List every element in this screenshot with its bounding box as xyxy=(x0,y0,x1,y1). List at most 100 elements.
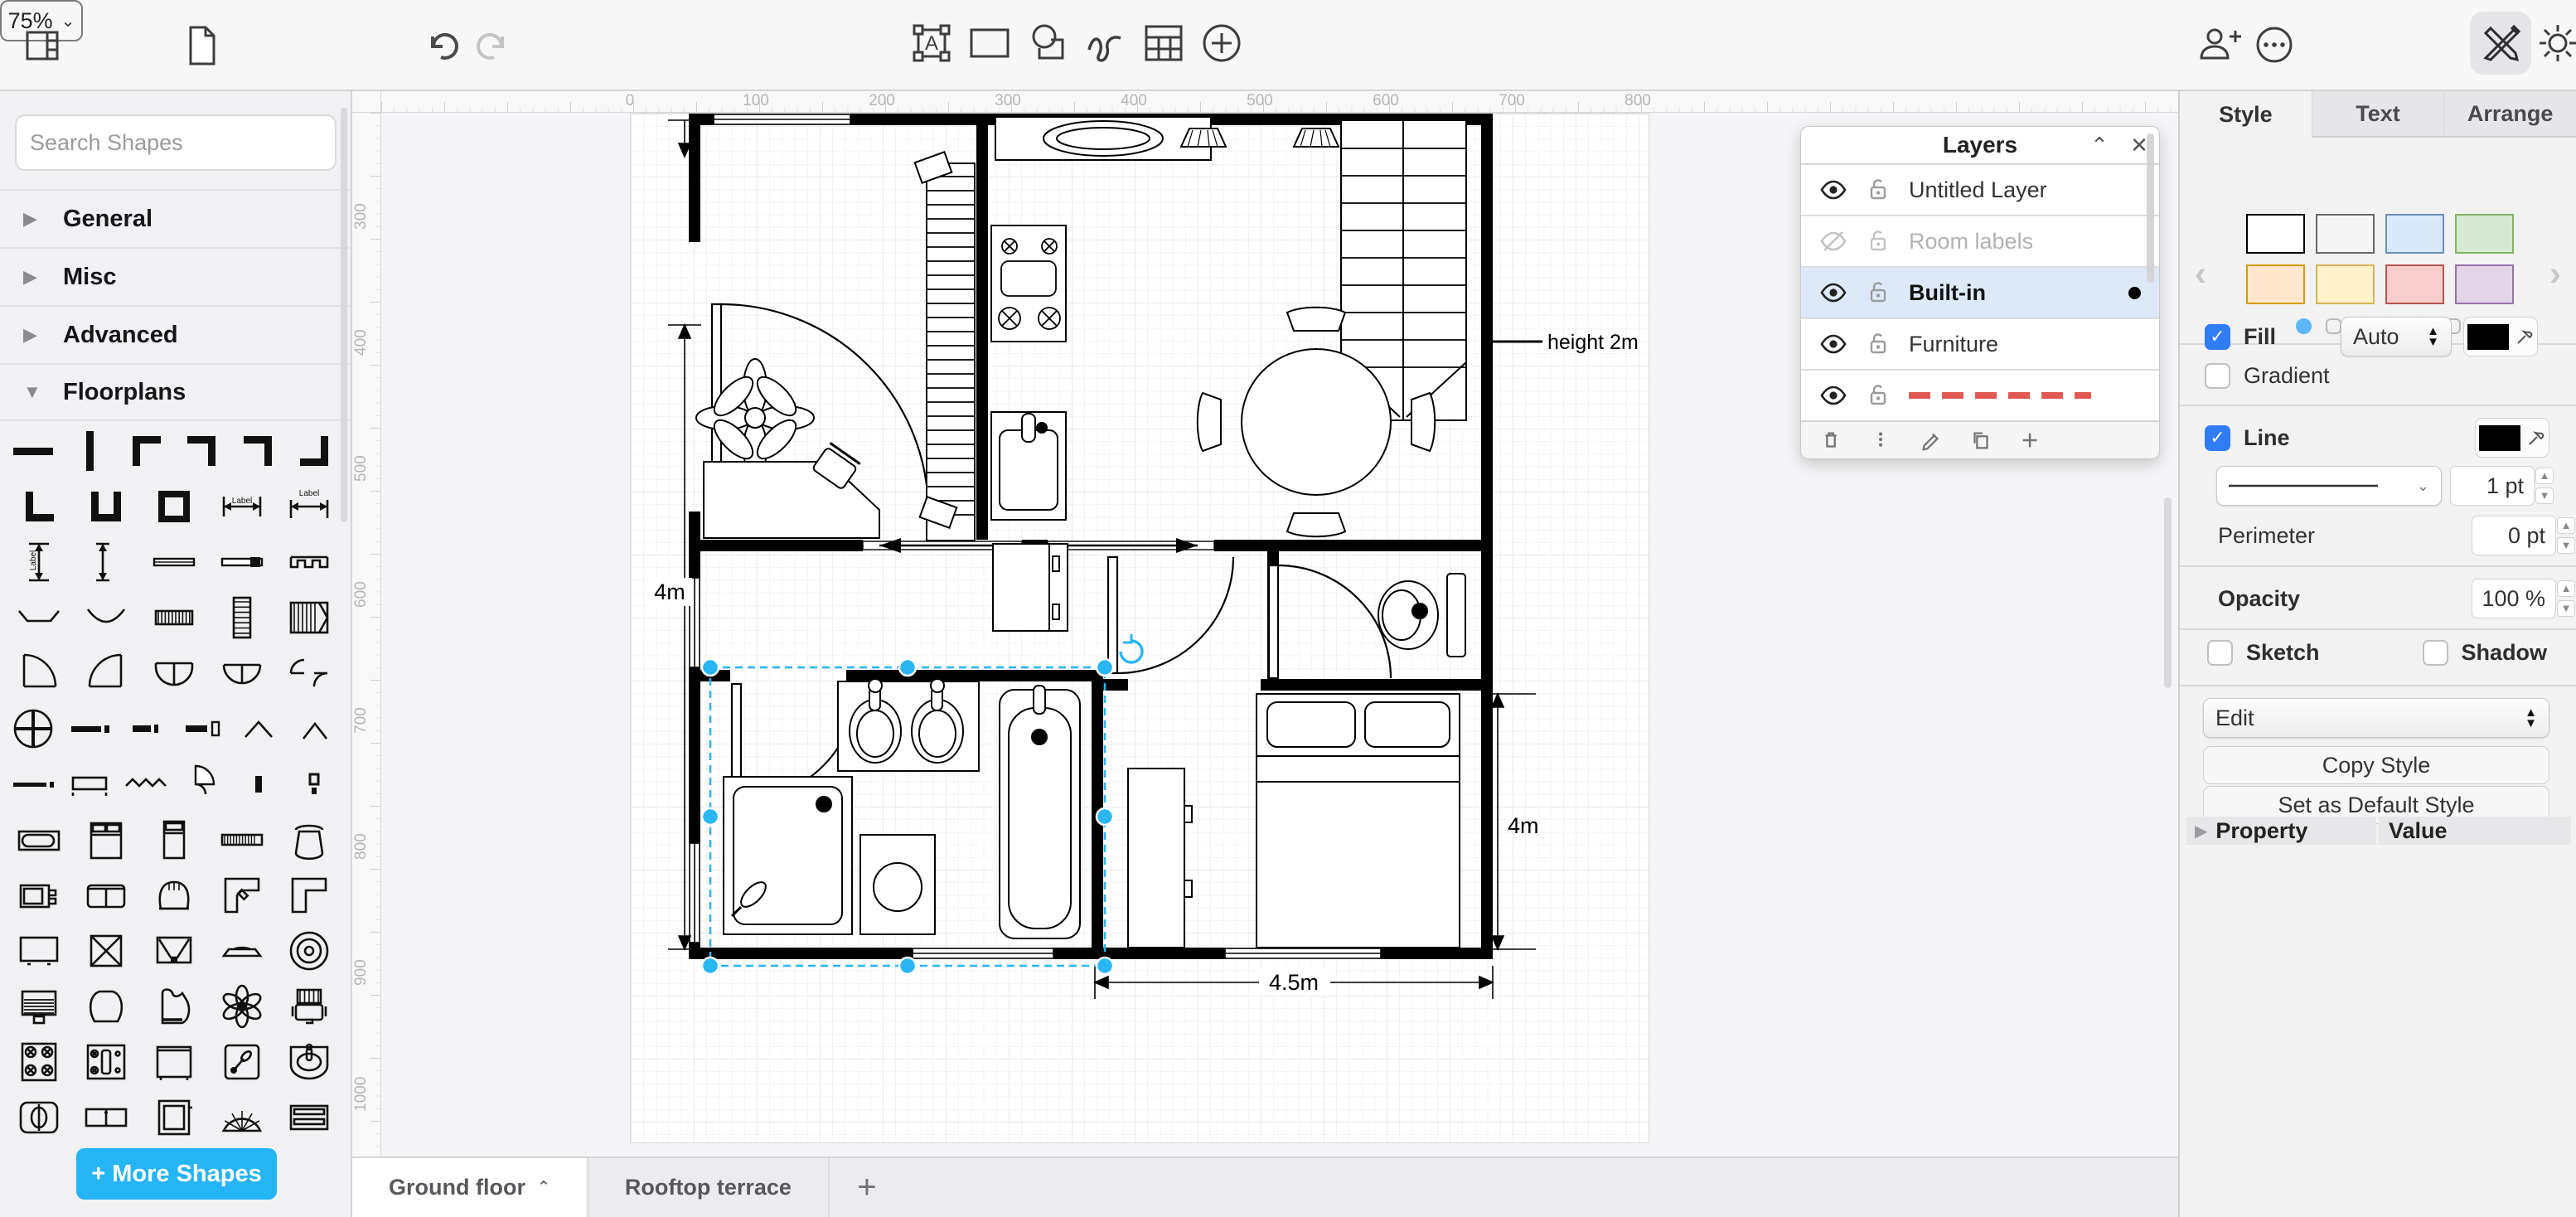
shape-stairs-spiral[interactable] xyxy=(208,1089,276,1144)
style-swatch[interactable] xyxy=(2385,214,2444,254)
shape-zigzag-wall[interactable] xyxy=(118,756,174,812)
shape-wall-thin[interactable] xyxy=(5,756,61,812)
style-swatch[interactable] xyxy=(2455,214,2514,254)
shadow-checkbox[interactable] xyxy=(2422,640,2448,666)
move-layer-icon[interactable] xyxy=(1869,428,1894,453)
page-tab-ground-floor[interactable]: Ground floor ⌃ xyxy=(352,1158,588,1217)
style-swatch[interactable] xyxy=(2385,264,2444,304)
style-swatch[interactable] xyxy=(2455,264,2514,304)
shape-wall-corner-se[interactable] xyxy=(287,423,343,478)
layer-row-room-labels[interactable]: Room labels xyxy=(1801,216,2159,268)
shape-wall-stub-2[interactable] xyxy=(287,756,343,812)
shape-wall-curve[interactable] xyxy=(5,589,73,645)
add-layer-icon[interactable] xyxy=(2018,428,2043,453)
style-swatch[interactable] xyxy=(2246,214,2305,254)
layer-row-built-in[interactable]: Built-in xyxy=(1801,268,2159,319)
more-shapes-button[interactable]: + More Shapes xyxy=(76,1148,277,1200)
shape-wall-vertical[interactable] xyxy=(61,423,118,478)
opacity-input[interactable]: 100 % xyxy=(2472,579,2556,618)
shape-plant[interactable] xyxy=(208,978,276,1034)
dimension-bottom[interactable]: 4.5m xyxy=(1093,966,1494,999)
shape-door-quarter[interactable] xyxy=(5,645,73,701)
shape-bench[interactable] xyxy=(61,756,118,812)
shape-door-bifold[interactable] xyxy=(275,645,343,701)
lock-icon[interactable] xyxy=(1864,227,1892,255)
tab-arrange[interactable]: Arrange xyxy=(2443,91,2576,138)
shape-wall-u[interactable] xyxy=(73,478,141,534)
shape-dimension-vertical-2[interactable] xyxy=(73,534,141,589)
freehand-tool[interactable] xyxy=(1082,23,1129,65)
text-tool[interactable]: A xyxy=(908,20,955,66)
shape-bed-double[interactable] xyxy=(73,812,141,867)
panel-toggle-icon[interactable] xyxy=(22,25,63,66)
corner-desk[interactable] xyxy=(703,442,880,539)
floorplan-svg[interactable]: 4m 4m 4.5m height 2m xyxy=(631,114,1650,1144)
tab-style[interactable]: Style xyxy=(2180,91,2312,138)
shape-wall-piece[interactable] xyxy=(118,701,174,756)
shape-ceiling-fan[interactable] xyxy=(275,923,343,978)
style-swatch[interactable] xyxy=(2316,264,2375,304)
shape-door-double-out[interactable] xyxy=(208,645,276,701)
bedroom[interactable] xyxy=(1127,693,1460,948)
eye-icon[interactable] xyxy=(1819,330,1847,358)
line-style-select[interactable]: ⌄ xyxy=(2216,466,2442,506)
style-swatch[interactable] xyxy=(2316,214,2375,254)
shape-window[interactable] xyxy=(140,534,208,589)
search-input[interactable] xyxy=(30,129,323,156)
layer-row-untitled-layer[interactable]: Untitled Layer xyxy=(1801,165,2159,216)
layer-row-furniture[interactable]: Furniture xyxy=(1801,319,2159,371)
shape-dimension-label[interactable]: Label xyxy=(208,478,276,534)
shape-table-low[interactable] xyxy=(208,923,276,978)
shape-grand-piano[interactable] xyxy=(140,978,208,1034)
gradient-checkbox[interactable] xyxy=(2205,363,2230,389)
shape-door-double-in[interactable] xyxy=(140,645,208,701)
wc-room[interactable] xyxy=(1378,573,1466,657)
shape-wall-studs[interactable] xyxy=(275,534,343,589)
property-column-header[interactable]: ▶ Property xyxy=(2186,817,2376,845)
shape-wall-corner-sw[interactable] xyxy=(5,478,73,534)
lock-icon[interactable] xyxy=(1864,176,1892,204)
copy-style-button[interactable]: Copy Style xyxy=(2203,746,2549,784)
shape-laundry-basket[interactable] xyxy=(275,812,343,867)
fill-mode-select[interactable]: Auto ▲ ▼ xyxy=(2341,317,2452,356)
page-tab-rooftop-terrace[interactable]: Rooftop terrace xyxy=(588,1158,830,1217)
shape-column-round[interactable] xyxy=(5,701,61,756)
perimeter-stepper[interactable]: ▲ ▼ xyxy=(2556,516,2576,555)
eye-icon[interactable] xyxy=(1819,279,1847,307)
shape-office-chair[interactable] xyxy=(275,978,343,1034)
value-column-header[interactable]: Value xyxy=(2379,817,2571,845)
shape-stove-4-burner[interactable] xyxy=(5,1034,73,1089)
sidebar-section-floorplans[interactable]: ▼ Floorplans xyxy=(0,363,351,421)
shape-dimension-vertical[interactable]: Label xyxy=(5,534,73,589)
palette-prev-icon[interactable]: ‹ xyxy=(2195,254,2206,293)
ceiling-lamps[interactable] xyxy=(1179,128,1340,148)
canvas-scrollbar[interactable] xyxy=(2164,497,2172,688)
shape-laptop[interactable] xyxy=(5,978,73,1034)
layer-row[interactable] xyxy=(1801,371,2159,422)
shape-bed-single[interactable] xyxy=(140,812,208,867)
page-icon[interactable] xyxy=(182,22,222,70)
shape-wall-arc[interactable] xyxy=(73,589,141,645)
shape-shower-tray[interactable] xyxy=(208,1034,276,1089)
shape-armchair-round[interactable] xyxy=(73,978,141,1034)
shape-copier[interactable] xyxy=(5,867,73,923)
line-width-stepper[interactable]: ▲ ▼ xyxy=(2535,466,2554,506)
shape-wall-end[interactable] xyxy=(174,701,230,756)
sidebar-scrollbar[interactable] xyxy=(341,108,347,522)
shape-window-sill[interactable] xyxy=(208,534,276,589)
shape-door-quarter-2[interactable] xyxy=(73,645,141,701)
redo-icon[interactable] xyxy=(472,25,514,66)
shape-projector-screen[interactable] xyxy=(140,923,208,978)
eye-off-icon[interactable] xyxy=(1819,227,1847,255)
shape-wall-segment[interactable] xyxy=(61,701,118,756)
shape-dimension-label-top[interactable]: Label xyxy=(275,478,343,534)
shape-washing-machine[interactable] xyxy=(140,1034,208,1089)
shape-roof-chevron-2[interactable] xyxy=(287,701,343,756)
drawing-page[interactable]: 4m 4m 4.5m height 2m xyxy=(630,113,1649,1143)
eye-icon[interactable] xyxy=(1819,176,1847,204)
table-tool[interactable] xyxy=(1140,22,1187,65)
fill-color-button[interactable] xyxy=(2463,317,2538,356)
shape-sink-oval[interactable] xyxy=(275,1034,343,1089)
shape-l-counter[interactable] xyxy=(275,867,343,923)
sidebar-section-misc[interactable]: ▶ Misc xyxy=(0,247,351,305)
